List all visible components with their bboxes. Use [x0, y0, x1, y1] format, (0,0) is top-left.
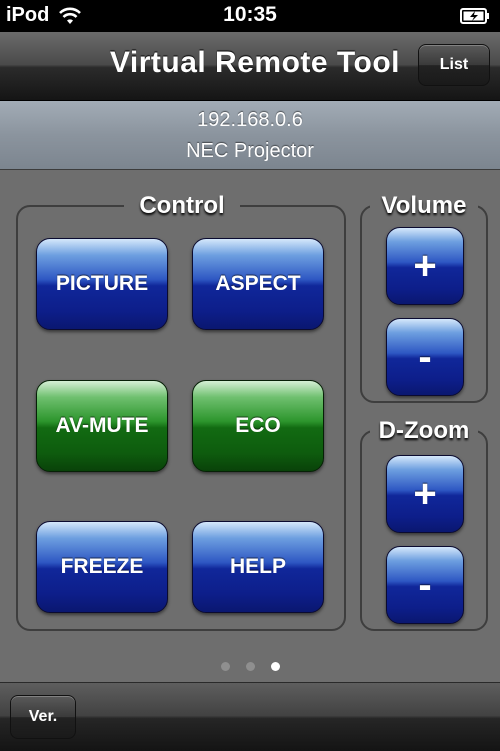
device-ip: 192.168.0.6: [197, 109, 303, 131]
dzoom-out-button[interactable]: -: [386, 546, 464, 624]
freeze-button[interactable]: FREEZE: [36, 521, 168, 613]
navigation-bar: Virtual Remote Tool List: [0, 32, 500, 101]
status-bar: iPod 10:35: [0, 0, 500, 32]
status-time: 10:35: [223, 3, 277, 26]
av-mute-button[interactable]: AV-MUTE: [36, 380, 168, 472]
page-indicator[interactable]: [0, 658, 500, 676]
page-dot[interactable]: [220, 662, 230, 671]
list-button[interactable]: List: [418, 44, 490, 86]
volume-label: Volume: [370, 192, 478, 220]
app-title: Virtual Remote Tool: [109, 46, 400, 79]
volume-up-button[interactable]: +: [386, 227, 464, 305]
version-button[interactable]: Ver.: [10, 695, 76, 739]
control-label: Control: [124, 192, 240, 220]
volume-down-button[interactable]: -: [386, 318, 464, 396]
battery-charging-icon: [460, 8, 489, 24]
bottom-toolbar: Ver.: [0, 682, 500, 751]
picture-button[interactable]: PICTURE: [36, 238, 168, 330]
device-info-bar: 192.168.0.6 NEC Projector: [0, 101, 500, 170]
page-dot[interactable]: [270, 662, 280, 671]
help-button[interactable]: HELP: [192, 521, 324, 613]
page-dot[interactable]: [245, 662, 255, 671]
eco-button[interactable]: ECO: [192, 380, 324, 472]
dzoom-label: D-Zoom: [370, 417, 478, 445]
aspect-button[interactable]: ASPECT: [192, 238, 324, 330]
device-name: NEC Projector: [186, 140, 314, 162]
dzoom-in-button[interactable]: +: [386, 455, 464, 533]
